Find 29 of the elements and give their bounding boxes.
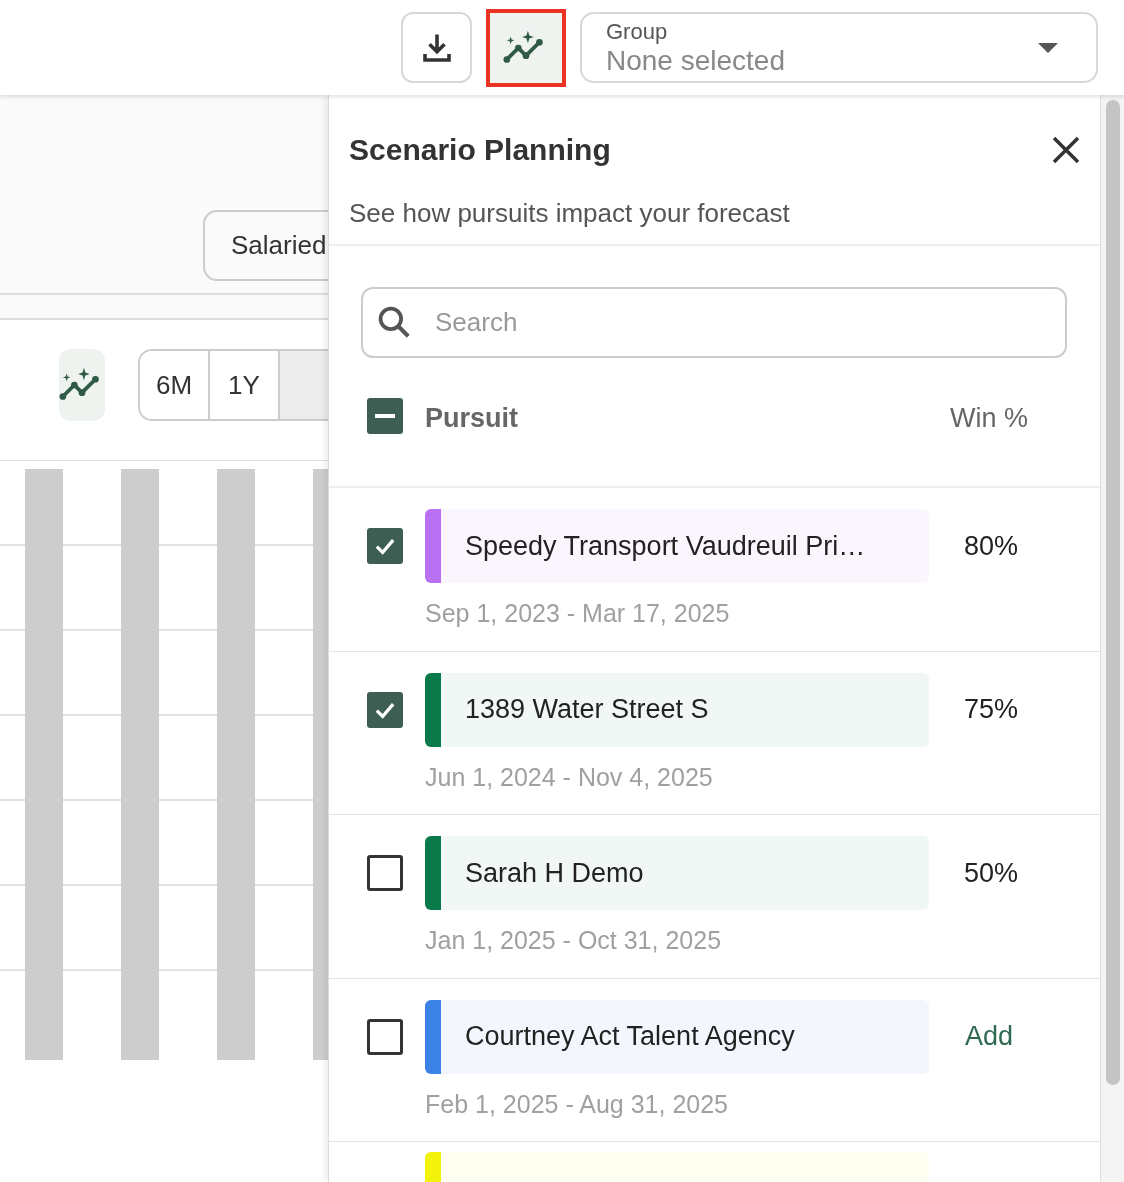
checkbox[interactable] bbox=[367, 855, 403, 892]
pursuit-label: Courtney Act Talent Agency bbox=[425, 999, 929, 1074]
scenario-button[interactable] bbox=[59, 349, 105, 421]
checkbox[interactable] bbox=[367, 398, 403, 434]
date-range: Jan 1, 2025 - Oct 31, 2025 bbox=[425, 925, 723, 957]
win-percent: 50% bbox=[964, 856, 1019, 890]
panel-subtitle: See how pursuits impact your forecast bbox=[349, 197, 791, 230]
pursuit-label: Speedy Transport Vaudreuil Pri… bbox=[425, 509, 929, 583]
pursuit-label: Sarah H Demo bbox=[425, 836, 929, 911]
win-percent: 80% bbox=[964, 529, 1019, 563]
pursuit-header: Pursuit bbox=[425, 402, 518, 435]
add-link[interactable]: Add bbox=[965, 1016, 1014, 1057]
search-field[interactable]: Search bbox=[361, 287, 1067, 358]
panel-title: Scenario Planning bbox=[349, 132, 611, 168]
scenario-button[interactable] bbox=[486, 8, 566, 87]
range-tab[interactable]: 6M bbox=[140, 351, 210, 419]
caret-icon bbox=[1038, 42, 1058, 53]
win-header: Win % bbox=[950, 402, 1028, 435]
date-range: Jun 1, 2024 - Nov 4, 2025 bbox=[425, 761, 714, 793]
checkbox[interactable] bbox=[367, 528, 403, 564]
checkbox[interactable] bbox=[367, 1018, 403, 1055]
date-range: Sep 1, 2023 - Mar 17, 2025 bbox=[425, 598, 731, 629]
checkbox[interactable] bbox=[367, 691, 403, 728]
date-range: Feb 1, 2025 - Aug 31, 2025 bbox=[425, 1088, 729, 1120]
scrollbar-thumb[interactable] bbox=[1105, 100, 1120, 1085]
download-button[interactable] bbox=[401, 12, 472, 83]
win-percent: 75% bbox=[964, 693, 1019, 727]
group-dropdown[interactable]: Group None selected bbox=[580, 12, 1098, 83]
pursuit-label: 1389 Water Street S bbox=[425, 672, 929, 747]
